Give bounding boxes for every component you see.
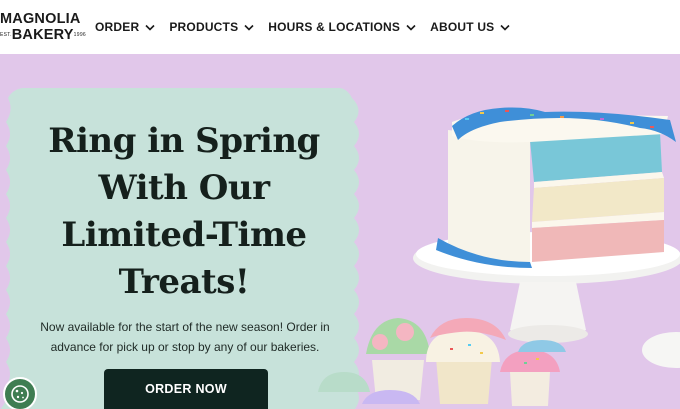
nav-item-about-us[interactable]: ABOUT US [430, 20, 510, 34]
second-stand [642, 332, 680, 368]
brand-year: 1996 [73, 32, 86, 38]
nav-item-order[interactable]: ORDER [95, 20, 155, 34]
nav-item-hours-locations[interactable]: HOURS & LOCATIONS [268, 20, 416, 34]
nav-item-label: PRODUCTS [169, 20, 239, 34]
hero-subtext: Now available for the start of the new s… [40, 320, 330, 354]
brand-name-line2: BAKERY [11, 27, 74, 43]
brand-logo[interactable]: MAGNOLIA EST. BAKERY 1996 [0, 10, 86, 44]
brand-name-line2-row: EST. BAKERY 1996 [0, 27, 86, 43]
cookie-settings-button[interactable] [3, 377, 37, 409]
cupcake-frosting-mint [318, 372, 370, 392]
chevron-down-icon [500, 24, 510, 31]
cake-side-frosting [448, 130, 530, 264]
cookie-icon [11, 385, 29, 403]
chevron-down-icon [145, 24, 155, 31]
hero-product-images [318, 107, 680, 406]
order-now-button[interactable]: ORDER NOW [104, 369, 268, 409]
nav-item-label: ABOUT US [430, 20, 495, 34]
hero-headline: Ring in Spring With Our Limited-Time Tre… [48, 121, 320, 302]
frosting-flower [396, 323, 414, 341]
cupcake-liner [510, 372, 550, 406]
frosting-flower [372, 334, 388, 350]
nav-item-label: ORDER [95, 20, 140, 34]
brand-name-line1: MAGNOLIA [0, 11, 81, 27]
nav-item-products[interactable]: PRODUCTS [169, 20, 254, 34]
cupcake-liner [436, 358, 492, 404]
nav-item-label: HOURS & LOCATIONS [268, 20, 401, 34]
chevron-down-icon [406, 24, 416, 31]
cake-stand-base [508, 325, 588, 343]
site-header: MAGNOLIA EST. BAKERY 1996 ORDER PRODUCTS… [0, 0, 680, 54]
main-nav: ORDER PRODUCTS HOURS & LOCATIONS ABOUT U… [95, 0, 524, 54]
cupcake-frosting-pink [500, 350, 560, 372]
chevron-down-icon [244, 24, 254, 31]
brand-est-label: EST. [0, 32, 12, 38]
